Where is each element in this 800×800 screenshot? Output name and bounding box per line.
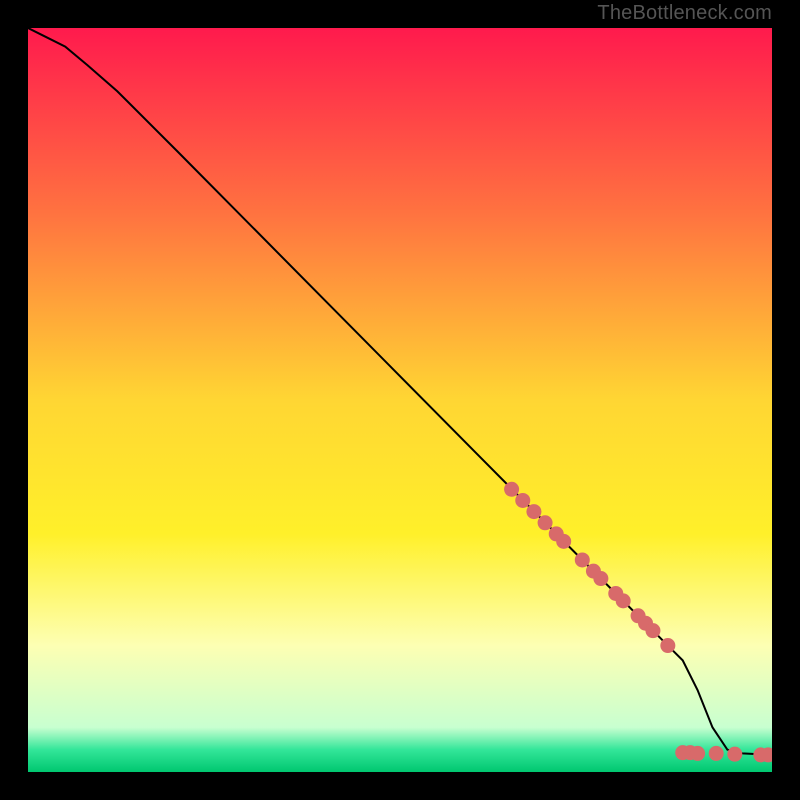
data-marker xyxy=(504,482,519,497)
data-marker xyxy=(645,623,660,638)
data-marker xyxy=(526,504,541,519)
data-marker xyxy=(575,552,590,567)
data-marker xyxy=(593,571,608,586)
data-marker xyxy=(727,747,742,762)
chart-background xyxy=(28,28,772,772)
data-marker xyxy=(690,746,705,761)
data-marker xyxy=(709,746,724,761)
data-marker xyxy=(616,593,631,608)
data-marker xyxy=(538,515,553,530)
watermark-text: TheBottleneck.com xyxy=(597,2,772,25)
data-marker xyxy=(660,638,675,653)
data-marker xyxy=(515,493,530,508)
chart-svg xyxy=(28,28,772,772)
data-marker xyxy=(556,534,571,549)
